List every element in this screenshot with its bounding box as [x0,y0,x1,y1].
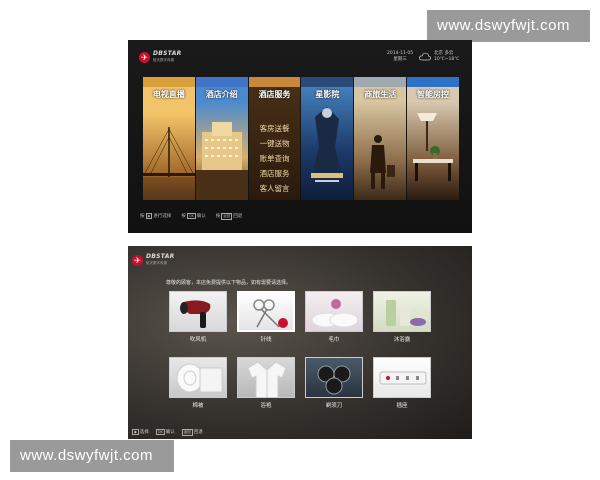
item-razor[interactable]: 剃须刀 [305,357,363,409]
hint-confirm: OK 确认 [155,429,175,435]
towel-icon [305,291,363,332]
tile-label: 酒店服务 [258,89,291,99]
weather-display: 北京 多云 10℃~18℃ [434,51,459,63]
remote-hints: ◆ 选择 OK 确认 返回 回退 [131,429,203,436]
item-label: 插座 [396,403,408,409]
logo-subtitle: 航天数字传媒 [146,261,167,265]
tile-label: 电视直播 [152,89,185,99]
date-display: 2014-11-05 星期三 [387,51,413,63]
shower-gel-icon [373,291,431,332]
dbstar-logo: ✈ DBSTAR 航天数字传媒 [132,254,175,266]
weather-temp: 10℃~18℃ [434,57,460,62]
hint-confirm: 按 OK 确认 [181,213,206,219]
weekday-text: 星期三 [393,57,407,62]
bathrobe-icon [237,357,295,398]
hint-select: 按 ◆ 进行选择 [140,213,172,219]
tile-live-tv[interactable]: 电视直播 [143,77,195,200]
socket-icon [373,357,431,398]
weather-desc: 多云 [444,51,454,56]
logo-subtitle: 航天数字传媒 [153,58,174,62]
back-key-icon: 返回 [181,429,193,436]
free-items-screen: ✈ DBSTAR 航天数字传媒 尊敬的顾客，本店免费提供以下物品，如有需要请选择… [128,246,472,439]
item-quilt[interactable]: 棉被 [169,357,227,409]
item-label: 浴袍 [260,403,272,409]
quilt-icon [169,357,227,398]
item-label: 毛巾 [328,337,340,343]
item-towel[interactable]: 毛巾 [305,291,363,343]
menu-item-room-dining[interactable]: 客房送餐 [249,121,301,136]
dbstar-logo: ✈ DBSTAR 航天数字传媒 [139,51,182,63]
item-label: 剃须刀 [325,403,343,409]
item-label: 棉被 [192,403,204,409]
tile-hotel-service[interactable]: 酒店服务 客房送餐 一键送物 账单查询 酒店服务 客人留言 [248,77,301,200]
tile-hotel-intro[interactable]: 酒店介绍 [195,77,248,200]
back-key-icon: 返回 [221,213,233,220]
tile-cinema[interactable]: 星影院 [301,77,354,200]
menu-item-delivery[interactable]: 一键送物 [249,136,301,151]
item-label: 沐浴露 [393,337,411,343]
dbstar-mark-icon: ✈ [132,254,143,266]
tile-business-life[interactable]: 商旅生活 [354,77,407,200]
razor-icon [305,357,363,398]
item-shower-gel[interactable]: 沐浴露 [373,291,431,343]
tile-label: 酒店介绍 [205,89,238,99]
hint-back: 按返回 回退 [215,213,243,220]
item-needle-thread[interactable]: 针线 [237,291,295,343]
menu-item-hotel-service[interactable]: 酒店服务 [249,166,301,181]
tile-label: 商旅生活 [364,89,397,99]
category-tiles: 电视直播 酒店介绍 酒店服务 客房送餐 一键送物 账单查询 酒店服务 客人留言 … [143,77,459,200]
cloud-icon [419,52,431,61]
needle-thread-icon [237,291,295,332]
hint-back: 返回 回退 [181,429,203,436]
ok-key-icon: OK [186,213,196,219]
tile-label: 星影院 [315,89,340,99]
hair-dryer-icon [169,291,227,332]
dpad-key-icon: ◆ [145,213,153,219]
item-bathrobe[interactable]: 浴袍 [237,357,295,409]
watermark-top: www.dswyfwjt.com [427,10,590,42]
menu-item-bill[interactable]: 账单查询 [249,151,301,166]
weather-city: 北京 [434,51,443,56]
menu-item-guest-message[interactable]: 客人留言 [249,181,301,196]
free-items-prompt: 尊敬的顾客，本店免费提供以下物品，如有需要请选择。 [166,280,292,286]
watermark-bottom: www.dswyfwjt.com [10,440,174,472]
service-menu: 客房送餐 一键送物 账单查询 酒店服务 客人留言 [249,121,301,196]
item-socket[interactable]: 插座 [373,357,431,409]
item-label: 吹风机 [189,337,207,343]
tile-label: 智能房控 [417,89,450,99]
ok-key-icon: OK [155,429,165,435]
hint-select: ◆ 选择 [132,429,149,435]
dbstar-mark-icon: ✈ [139,51,150,63]
item-label: 针线 [260,337,272,343]
remote-hints: 按 ◆ 进行选择 按 OK 确认 按返回 回退 [140,213,242,220]
dpad-key-icon: ◆ [132,429,139,435]
item-hair-dryer[interactable]: 吹风机 [169,291,227,343]
tile-smart-room[interactable]: 智能房控 [407,77,459,200]
main-menu-screen: ✈ DBSTAR 航天数字传媒 2014-11-05 星期三 北京 多云 10℃… [128,40,472,233]
